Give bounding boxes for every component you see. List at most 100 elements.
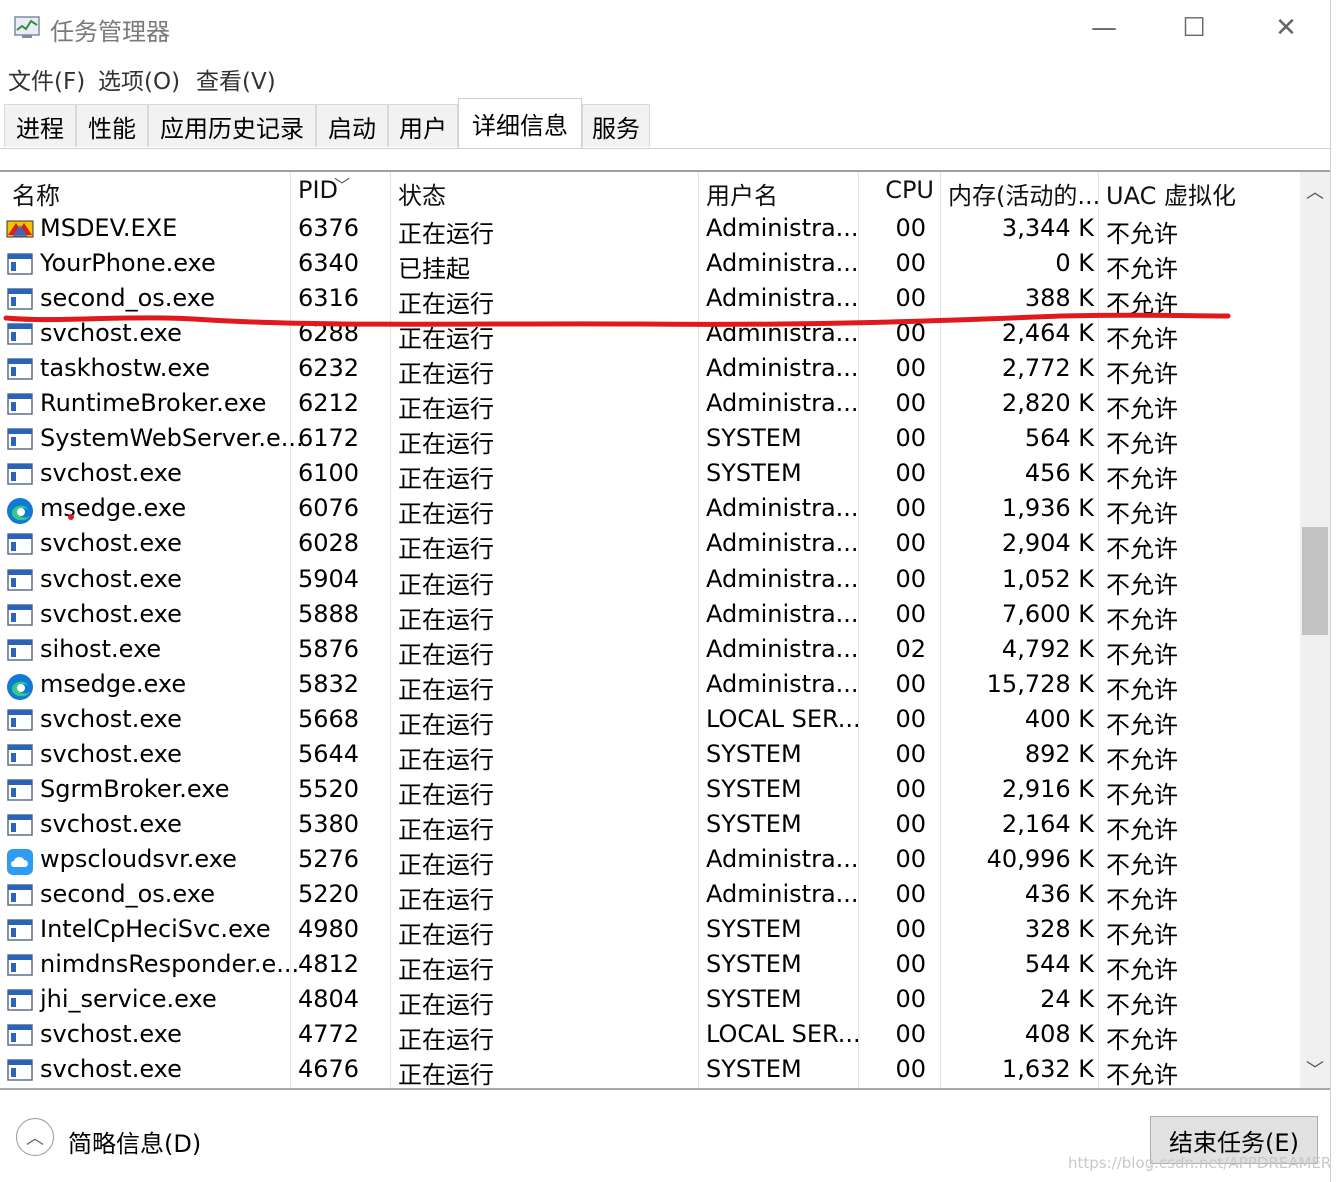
tab-details[interactable]: 详细信息	[458, 98, 582, 148]
process-uac: 不允许	[1106, 1061, 1178, 1088]
table-row[interactable]: SgrmBroker.exe 5520 正在运行 SYSTEM 00 2,916 K 不允许	[0, 773, 1300, 809]
table-row[interactable]: svchost.exe 4772 正在运行 LOCAL SER... 00 408 K 不允…	[0, 1018, 1300, 1054]
process-username: Administra...	[706, 214, 859, 242]
table-row[interactable]: svchost.exe 5904 正在运行 Administra... 00 1,052 …	[0, 563, 1300, 599]
tab-users[interactable]: 用户	[388, 104, 458, 147]
process-name: msedge.exe	[40, 669, 187, 698]
table-row[interactable]: IntelCpHeciSvc.exe 4980 正在运行 SYSTEM 00 328 K 不…	[0, 913, 1300, 949]
process-cpu: 00	[895, 564, 926, 593]
process-username: Administra...	[706, 844, 859, 873]
process-uac: 不允许	[1106, 535, 1178, 564]
title-bar: 任务管理器 — ☐ ✕	[0, 0, 1338, 56]
process-cpu: 00	[895, 249, 926, 278]
process-cpu: 00	[895, 739, 926, 768]
table-row[interactable]: second_os.exe 5220 正在运行 Administra... 00 436 …	[0, 878, 1300, 914]
window-edge	[1330, 0, 1338, 1182]
table-row[interactable]: MSDEV.EXE 6376 正在运行 Administra... 00 3,344 K 不…	[0, 212, 1300, 248]
process-cpu: 00	[895, 319, 926, 348]
process-username: LOCAL SER...	[706, 1020, 861, 1049]
process-username: Administra...	[706, 389, 859, 418]
process-memory: 564 K	[1024, 424, 1094, 453]
menu-options[interactable]: 选项(O)	[98, 62, 180, 96]
process-username: SYSTEM	[706, 774, 802, 803]
process-name: nimdnsResponder.e...	[40, 950, 300, 979]
app-window-icon	[6, 708, 34, 732]
fewer-details-button[interactable]: ︿	[16, 1118, 54, 1156]
process-memory: 2,164 K	[1001, 809, 1094, 838]
app-window-icon	[6, 988, 34, 1012]
fewer-details-label[interactable]: 简略信息(D)	[68, 1124, 201, 1159]
vertical-scrollbar[interactable]: ︿ ﹀	[1300, 172, 1330, 1088]
table-row[interactable]: svchost.exe 5888 正在运行 Administra... 00 7,600 …	[0, 598, 1300, 634]
table-row[interactable]: svchost.exe 5380 正在运行 SYSTEM 00 2,164 K 不允许	[0, 808, 1300, 844]
table-row[interactable]: jhi_service.exe 4804 正在运行 SYSTEM 00 24 K 不允许	[0, 983, 1300, 1019]
table-row[interactable]: sihost.exe 5876 正在运行 Administra... 02 4,792 K…	[0, 633, 1300, 669]
process-status: 正在运行	[398, 921, 494, 949]
menu-bar: 文件(F) 选项(O) 查看(V)	[0, 56, 1330, 96]
tab-startup[interactable]: 启动	[316, 104, 388, 147]
table-row[interactable]: nimdnsResponder.e... 4812 正在运行 SYSTEM 00 544 …	[0, 948, 1300, 984]
process-status: 正在运行	[398, 850, 494, 879]
process-pid: 6172	[298, 424, 360, 453]
process-cpu: 00	[895, 879, 926, 908]
process-status: 正在运行	[398, 675, 494, 704]
column-header-name[interactable]: 名称	[12, 176, 60, 211]
table-row[interactable]: svchost.exe 6288 正在运行 Administra... 00 2,464 …	[0, 317, 1300, 353]
minimize-button[interactable]: —	[1064, 0, 1144, 56]
column-header-status[interactable]: 状态	[398, 176, 446, 211]
table-row[interactable]: second_os.exe 6316 正在运行 Administra... 00 388 …	[0, 282, 1300, 318]
table-row[interactable]: taskhostw.exe 6232 正在运行 Administra... 00 2,77…	[0, 352, 1300, 388]
tab-app-history[interactable]: 应用历史记录	[148, 104, 316, 147]
task-manager-icon	[14, 16, 40, 38]
process-status: 正在运行	[398, 815, 494, 844]
table-row[interactable]: svchost.exe 4676 正在运行 SYSTEM 00 1,632 K 不允许	[0, 1053, 1300, 1088]
process-pid: 6232	[298, 354, 360, 383]
process-cpu: 00	[895, 599, 926, 628]
process-username: Administra...	[706, 669, 859, 698]
tab-performance[interactable]: 性能	[76, 104, 148, 147]
tab-processes[interactable]: 进程	[4, 104, 76, 147]
process-uac: 不允许	[1106, 675, 1178, 704]
scrollbar-thumb[interactable]	[1302, 527, 1328, 635]
process-memory: 436 K	[1024, 879, 1094, 908]
process-memory: 40,996 K	[986, 844, 1094, 873]
process-cpu: 00	[895, 424, 926, 453]
close-button[interactable]: ✕	[1246, 0, 1326, 56]
process-status: 正在运行	[398, 500, 494, 529]
process-memory: 1,632 K	[1001, 1055, 1094, 1084]
table-row[interactable]: RuntimeBroker.exe 6212 正在运行 Administra... 00…	[0, 387, 1300, 423]
table-row[interactable]: svchost.exe 6028 正在运行 Administra... 00 2,904 …	[0, 527, 1300, 564]
table-row[interactable]: svchost.exe 5668 正在运行 LOCAL SER... 00 400 K 不允…	[0, 703, 1300, 739]
table-row[interactable]: YourPhone.exe 6340 已挂起 Administra... 00 0 K 不允…	[0, 247, 1300, 283]
process-uac: 不允许	[1106, 605, 1178, 634]
process-memory: 4,792 K	[1001, 634, 1094, 663]
process-username: LOCAL SER...	[706, 704, 861, 733]
column-header-username[interactable]: 用户名	[706, 176, 778, 211]
process-username: Administra...	[706, 634, 859, 663]
column-header-pid[interactable]: PID	[298, 176, 338, 204]
process-memory: 892 K	[1024, 739, 1094, 768]
column-header-memory[interactable]: 内存(活动的...	[948, 176, 1100, 211]
process-status: 正在运行	[398, 465, 494, 494]
table-row[interactable]: svchost.exe 5644 正在运行 SYSTEM 00 892 K 不允许	[0, 738, 1300, 774]
msdev-icon	[6, 217, 34, 241]
chevron-down-icon[interactable]: ﹀	[1300, 1054, 1330, 1084]
column-header-cpu[interactable]: CPU	[860, 176, 934, 204]
table-row[interactable]: svchost.exe 6100 正在运行 SYSTEM 00 456 K 不允许	[0, 457, 1300, 494]
process-pid: 4676	[298, 1055, 360, 1084]
table-row[interactable]: wpscloudsvr.exe 5276 正在运行 Administra... 00 40…	[0, 843, 1300, 879]
process-pid: 6376	[298, 214, 360, 242]
table-row[interactable]: SystemWebServer.e... 6172 正在运行 SYSTEM 00 564 …	[0, 422, 1300, 458]
process-pid: 5520	[298, 774, 360, 803]
table-row[interactable]: msedge.exe 6076 正在运行 Administra... 00 1,936 K…	[0, 492, 1300, 529]
tab-services[interactable]: 服务	[582, 104, 650, 147]
menu-view[interactable]: 查看(V)	[196, 62, 276, 96]
process-name: taskhostw.exe	[40, 354, 210, 383]
maximize-button[interactable]: ☐	[1154, 0, 1234, 56]
process-uac: 不允许	[1106, 500, 1178, 529]
chevron-up-icon[interactable]: ︿	[1300, 176, 1330, 206]
table-row[interactable]: msedge.exe 5832 正在运行 Administra... 00 15,728 …	[0, 668, 1300, 704]
menu-file[interactable]: 文件(F)	[8, 62, 85, 96]
column-header-uac[interactable]: UAC 虚拟化	[1106, 176, 1236, 211]
app-window-icon	[6, 252, 34, 276]
